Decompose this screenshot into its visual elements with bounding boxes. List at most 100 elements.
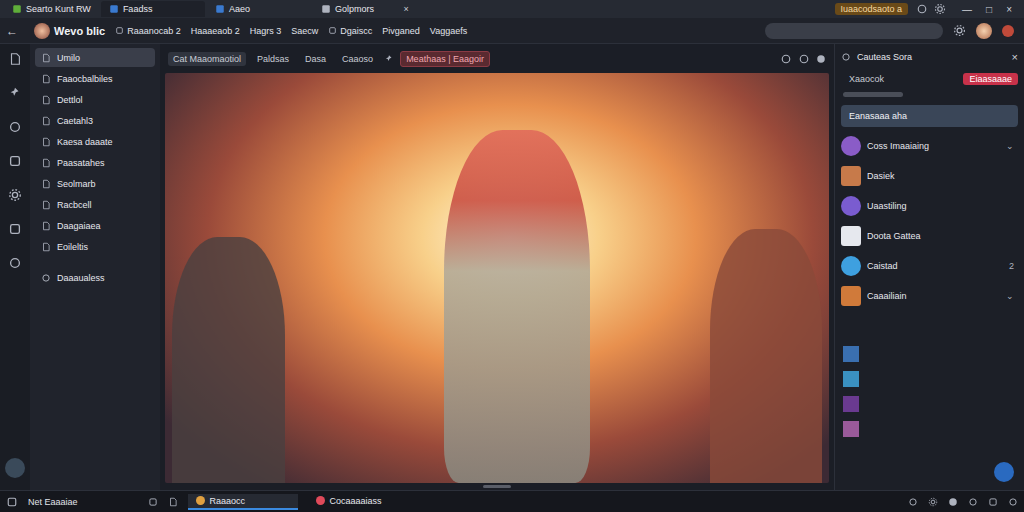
item-icon[interactable] (41, 179, 51, 189)
panel-item[interactable]: Caistad2 (841, 255, 1018, 276)
status-icon[interactable] (928, 497, 938, 507)
back-button[interactable]: ← (6, 24, 24, 38)
app-name[interactable]: Wevo blic (54, 25, 105, 37)
grid-icon[interactable] (168, 497, 178, 507)
info-icon[interactable] (798, 53, 810, 65)
search-field[interactable] (765, 23, 943, 39)
item-icon[interactable] (41, 95, 51, 105)
rail-icon[interactable] (8, 154, 22, 168)
rail-icon[interactable] (8, 120, 22, 134)
sidebar-item[interactable]: Paasatahes (35, 153, 155, 172)
home-icon[interactable] (6, 496, 18, 508)
browser-tab[interactable]: Searto Kunt RW (4, 1, 99, 17)
nav-menu[interactable]: Raaanocab 2 (115, 26, 181, 36)
sidebar-item[interactable]: Faaocbalbiles (35, 69, 155, 88)
settings-icon[interactable] (953, 24, 966, 37)
status-tab[interactable]: Cocaaaaiass (308, 494, 418, 510)
item-icon[interactable] (41, 242, 51, 252)
window-control[interactable]: □ (986, 4, 992, 15)
item-icon[interactable] (41, 221, 51, 231)
status-icon[interactable] (1008, 497, 1018, 507)
sidebar-item[interactable]: Caetahl3 (35, 111, 155, 130)
panel-item[interactable]: Dasiek (841, 165, 1018, 186)
group-icon[interactable] (41, 273, 51, 283)
panel-item[interactable]: Coss Imaaiaing⌄ (841, 135, 1018, 156)
user-avatar[interactable] (1002, 25, 1014, 37)
swatch[interactable] (843, 371, 859, 387)
sidebar-item[interactable]: Eoileltis (35, 237, 155, 256)
app-avatar[interactable] (34, 23, 50, 39)
panel-item[interactable]: Caaailiain⌄ (841, 285, 1018, 306)
alert-button[interactable]: Meathaas | Eaagoir (400, 51, 490, 67)
item-icon[interactable] (41, 116, 51, 126)
nav-menu-label: Raaanocab 2 (127, 26, 181, 36)
browser-tab[interactable]: Golpmors× (313, 1, 417, 17)
selected-item[interactable]: Eanasaaa aha (841, 105, 1018, 127)
edit-icon[interactable] (384, 54, 394, 64)
info-icon[interactable] (916, 3, 928, 15)
toolbar-button[interactable]: Dasa (300, 52, 331, 66)
window-control[interactable]: — (962, 4, 972, 15)
user-avatar[interactable] (976, 23, 992, 39)
scroll-handle[interactable] (483, 485, 511, 488)
panel-item[interactable]: Uaastiling (841, 195, 1018, 216)
swatch[interactable] (843, 346, 859, 362)
window-control[interactable]: × (1006, 4, 1012, 15)
rail-icon[interactable] (8, 188, 22, 202)
status-icon[interactable] (988, 497, 998, 507)
rail-icon[interactable] (8, 86, 22, 100)
tab-icon[interactable] (321, 4, 331, 14)
nav-menu[interactable]: Saecw (291, 26, 318, 36)
help-icon[interactable] (5, 458, 25, 478)
rail-icon[interactable] (8, 222, 22, 236)
panel-badge[interactable]: Eiaasaaae (963, 73, 1018, 85)
settings-icon[interactable] (816, 54, 826, 64)
status-icon[interactable] (908, 497, 918, 507)
status-back[interactable]: Net Eaaaiae (28, 497, 78, 507)
item-icon[interactable] (41, 74, 51, 84)
status-tab[interactable]: Raaaocc (188, 494, 298, 510)
panel-close[interactable]: × (1012, 51, 1018, 63)
status-icon[interactable] (948, 497, 958, 507)
tab-icon[interactable] (215, 4, 225, 14)
browser-tab[interactable]: Aaeo (207, 1, 311, 17)
menu-icon[interactable] (115, 26, 124, 35)
chat-button[interactable] (994, 462, 1014, 482)
sidebar-item[interactable]: Daagaiaea (35, 216, 155, 235)
nav-menu[interactable]: Haaaeaob 2 (191, 26, 240, 36)
menu-icon[interactable] (328, 26, 337, 35)
browser-tab[interactable]: Faadss (101, 1, 205, 17)
item-icon[interactable] (41, 53, 51, 63)
sidebar-item[interactable]: Dettlol (35, 90, 155, 109)
toolbar-button[interactable]: Caaoso (337, 52, 378, 66)
sidebar-item[interactable]: Kaesa daaate (35, 132, 155, 151)
nav-menu[interactable]: Pivganed (382, 26, 420, 36)
page-icon[interactable] (148, 497, 158, 507)
settings-icon[interactable] (934, 3, 946, 15)
swatch[interactable] (843, 421, 859, 437)
search-icon[interactable] (841, 52, 851, 62)
rail-icon[interactable] (8, 52, 22, 66)
rail-icon[interactable] (8, 256, 22, 270)
tab-icon[interactable] (12, 4, 22, 14)
top-badge[interactable]: Iuaacodsaoto a (835, 3, 909, 15)
swatch[interactable] (843, 396, 859, 412)
sidebar-item[interactable]: Seolmarb (35, 174, 155, 193)
illustration[interactable] (165, 73, 829, 483)
target-icon[interactable] (780, 53, 792, 65)
toolbar-button[interactable]: Paldsas (252, 52, 294, 66)
item-icon[interactable] (41, 137, 51, 147)
panel-item[interactable]: Doota Gattea (841, 225, 1018, 246)
toolbar-button[interactable]: Cat Maaomaotiol (168, 52, 246, 66)
tab-close[interactable]: × (404, 4, 409, 14)
sidebar-item[interactable]: Umilo (35, 48, 155, 67)
tab-icon[interactable] (109, 4, 119, 14)
status-icon[interactable] (968, 497, 978, 507)
sidebar-item[interactable]: Racbcell (35, 195, 155, 214)
nav-menu[interactable]: Dgaiscc (328, 26, 372, 36)
item-icon[interactable] (41, 200, 51, 210)
nav-menu[interactable]: Hagrs 3 (250, 26, 282, 36)
item-icon[interactable] (41, 158, 51, 168)
nav-menu[interactable]: Vaggaefs (430, 26, 467, 36)
sidebar-item[interactable]: Daaaualess (35, 268, 155, 287)
